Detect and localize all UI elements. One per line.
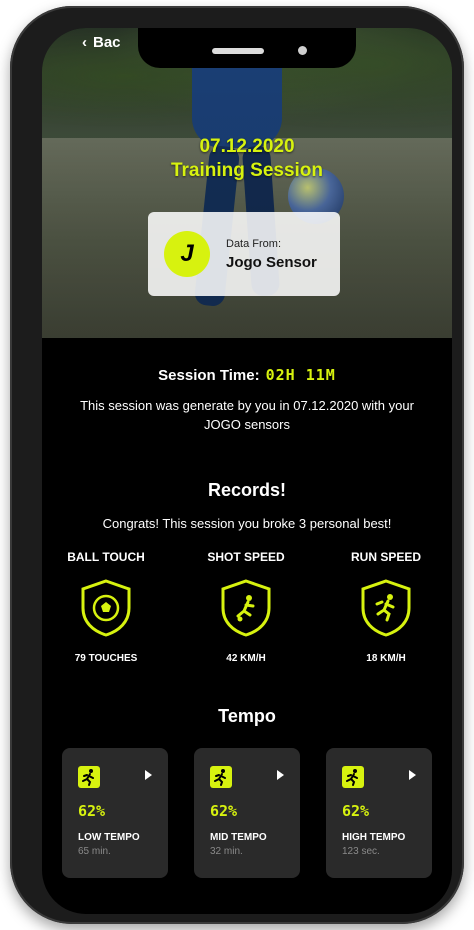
volume-down-button	[14, 278, 20, 342]
session-title: Training Session	[170, 160, 324, 181]
tempo-name: MID TEMPO	[210, 832, 267, 843]
session-time: Session Time: 02H 11M	[42, 366, 452, 384]
record-name: BALL TOUCH	[67, 550, 145, 564]
tempo-title: Tempo	[218, 706, 276, 726]
session-date: 07.12.2020	[199, 136, 295, 157]
front-camera	[298, 46, 307, 55]
record-name: SHOT SPEED	[207, 550, 285, 564]
phone-frame: ‹ Bac 07.12.2020 Training Session J Data …	[10, 6, 464, 924]
play-icon[interactable]	[277, 770, 284, 780]
running-icon	[361, 579, 411, 637]
tempo-card-high[interactable]: 62% HIGH TEMPO 123 sec.	[326, 748, 432, 878]
running-icon	[78, 766, 100, 788]
data-source-card: J Data From: Jogo Sensor	[148, 212, 340, 296]
soccer-ball-icon	[81, 579, 131, 637]
play-icon[interactable]	[409, 770, 416, 780]
speaker-grille	[212, 48, 264, 54]
record-run-speed[interactable]: RUN SPEED 18 KM/H	[326, 550, 446, 664]
tempo-duration: 65 min.	[78, 846, 111, 857]
records-subtitle: Congrats! This session you broke 3 perso…	[102, 516, 392, 531]
tempo-duration: 123 sec.	[342, 846, 380, 857]
data-source-name: Jogo Sensor	[226, 254, 317, 271]
record-value: 18 KM/H	[366, 653, 406, 664]
mute-switch	[14, 128, 20, 168]
notch	[138, 28, 356, 68]
jogo-logo-icon: J	[164, 231, 210, 277]
record-name: RUN SPEED	[350, 550, 421, 564]
screen: ‹ Bac 07.12.2020 Training Session J Data …	[42, 28, 452, 914]
volume-up-button	[14, 196, 20, 260]
tempo-card-mid[interactable]: 62% MID TEMPO 32 min.	[194, 748, 300, 878]
play-icon[interactable]	[145, 770, 152, 780]
tempo-name: LOW TEMPO	[78, 832, 140, 843]
chevron-left-icon: ‹	[82, 34, 87, 51]
running-icon	[210, 766, 232, 788]
session-time-label: Session Time:	[158, 367, 260, 384]
running-icon	[342, 766, 364, 788]
record-value: 79 TOUCHES	[74, 653, 138, 664]
records-title: Records!	[207, 480, 287, 500]
back-button[interactable]: ‹ Bac	[82, 34, 121, 51]
tempo-percent: 62%	[210, 802, 238, 820]
record-shot-speed[interactable]: SHOT SPEED 42 KM/H	[186, 550, 306, 664]
tempo-name: HIGH TEMPO	[342, 832, 406, 843]
session-description: This session was generate by you in 07.1…	[80, 398, 414, 432]
tempo-percent: 62%	[78, 802, 106, 820]
back-label: Bac	[93, 34, 121, 51]
record-value: 42 KM/H	[226, 653, 266, 664]
tempo-percent: 62%	[342, 802, 370, 820]
kick-icon	[221, 579, 271, 637]
tempo-duration: 32 min.	[210, 846, 243, 857]
record-ball-touch[interactable]: BALL TOUCH 79 TOUCHES	[46, 550, 166, 664]
session-time-value: 02H 11M	[265, 366, 336, 384]
tempo-card-low[interactable]: 62% LOW TEMPO 65 min.	[62, 748, 168, 878]
data-source-label: Data From:	[226, 238, 282, 250]
